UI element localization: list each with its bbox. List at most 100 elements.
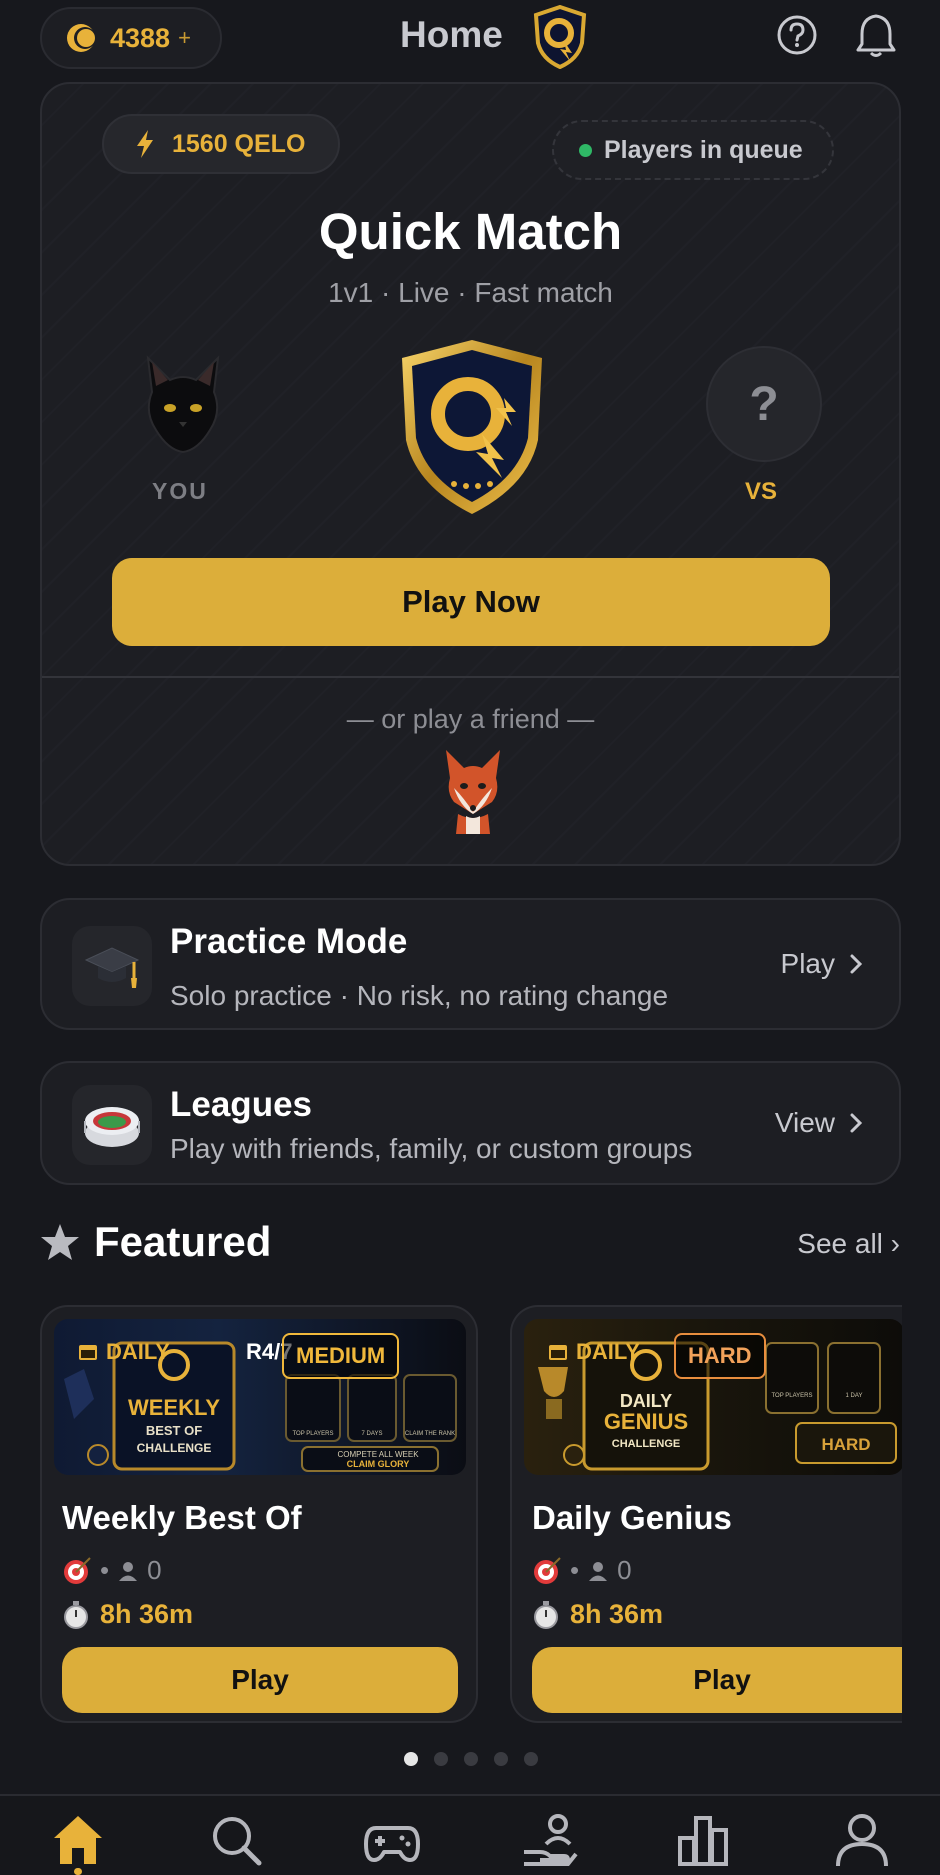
practice-icon-box bbox=[72, 926, 152, 1006]
svg-text:CHALLENGE: CHALLENGE bbox=[137, 1441, 212, 1455]
queue-status-text: Players in queue bbox=[604, 135, 803, 164]
carousel-pagination bbox=[404, 1752, 538, 1766]
home-icon bbox=[54, 1816, 102, 1864]
featured-banner: WEEKLY BEST OF CHALLENGE TOP PLAYERS 7 D… bbox=[54, 1319, 466, 1475]
notifications-icon[interactable] bbox=[854, 12, 898, 58]
star-icon bbox=[41, 1224, 79, 1260]
pagination-dot[interactable] bbox=[524, 1752, 538, 1766]
featured-play-button[interactable]: Play bbox=[62, 1647, 458, 1713]
you-label: YOU bbox=[152, 478, 208, 504]
players-count: 0 bbox=[617, 1555, 632, 1585]
cat-avatar-icon bbox=[146, 355, 220, 454]
bottom-navigation bbox=[0, 1794, 940, 1875]
practice-mode-subtitle: Solo practice · No risk, no rating chang… bbox=[170, 980, 669, 1011]
nav-home[interactable] bbox=[48, 1810, 108, 1870]
stopwatch-icon bbox=[64, 1600, 88, 1629]
featured-play-button[interactable]: Play bbox=[532, 1647, 902, 1713]
nav-leagues[interactable] bbox=[520, 1810, 580, 1870]
time-remaining: 8h 36m bbox=[570, 1599, 664, 1629]
opponent-placeholder: ? bbox=[706, 346, 822, 462]
svg-text:TOP PLAYERS: TOP PLAYERS bbox=[292, 1431, 333, 1437]
nav-profile[interactable] bbox=[832, 1810, 892, 1870]
pagination-dot[interactable] bbox=[434, 1752, 448, 1766]
active-nav-indicator bbox=[74, 1868, 82, 1875]
quick-match-shield-logo bbox=[402, 340, 542, 514]
svg-text:CLAIM GLORY: CLAIM GLORY bbox=[347, 1459, 410, 1469]
stopwatch-icon bbox=[534, 1600, 558, 1629]
svg-text:TOP PLAYERS: TOP PLAYERS bbox=[771, 1393, 812, 1399]
stadium-icon bbox=[84, 1107, 140, 1147]
profile-icon bbox=[836, 1814, 888, 1867]
search-icon bbox=[213, 1817, 262, 1866]
leagues-icon-box bbox=[72, 1085, 152, 1165]
nav-games[interactable] bbox=[362, 1810, 422, 1870]
leagues-title: Leagues bbox=[170, 1085, 312, 1124]
quick-match-title: Quick Match bbox=[318, 203, 623, 260]
pagination-dot[interactable] bbox=[404, 1752, 418, 1766]
featured-card-meta: • 0 bbox=[62, 1555, 162, 1586]
page-title: Home bbox=[400, 14, 503, 55]
chevron-right-icon bbox=[850, 1113, 863, 1133]
fox-avatar-icon[interactable] bbox=[442, 748, 504, 834]
time-remaining: 8h 36m bbox=[100, 1599, 194, 1629]
calendar-icon bbox=[79, 1345, 97, 1360]
svg-text:CHALLENGE: CHALLENGE bbox=[612, 1438, 680, 1450]
daily-tag-label: DAILY bbox=[576, 1339, 640, 1364]
practice-play-link[interactable]: Play bbox=[781, 948, 863, 980]
players-separator: • bbox=[570, 1555, 580, 1585]
practice-mode-title: Practice Mode bbox=[170, 922, 408, 961]
featured-card-weekly-best-of[interactable]: WEEKLY BEST OF CHALLENGE TOP PLAYERS 7 D… bbox=[40, 1305, 478, 1723]
coin-balance-button[interactable]: 4388 + bbox=[40, 7, 222, 69]
coin-icon bbox=[67, 24, 96, 52]
daily-tag: DAILY bbox=[548, 1339, 640, 1365]
leagues-icon bbox=[524, 1814, 578, 1866]
quick-match-card: 1560 QELO Players in queue Quick Match 1… bbox=[40, 82, 901, 866]
online-dot-icon bbox=[579, 143, 592, 157]
quick-match-subtitle: 1v1 · Live · Fast match bbox=[328, 277, 613, 308]
difficulty-badge: HARD bbox=[674, 1333, 766, 1379]
svg-text:HARD: HARD bbox=[821, 1435, 870, 1454]
featured-title: Featured bbox=[94, 1218, 272, 1265]
target-icon bbox=[534, 1556, 561, 1584]
svg-text:WEEKLY: WEEKLY bbox=[128, 1395, 220, 1420]
featured-card-timer: 8h 36m bbox=[532, 1599, 663, 1630]
leagues-view-link[interactable]: View bbox=[775, 1107, 863, 1139]
add-coins-icon: + bbox=[178, 25, 191, 50]
play-now-button[interactable]: Play Now bbox=[112, 558, 830, 646]
featured-card-daily-genius[interactable]: DAILY GENIUS CHALLENGE TOP PLAYERS 1 DAY… bbox=[510, 1305, 902, 1723]
play-friend-label: — or play a friend — bbox=[346, 704, 595, 734]
pagination-dot[interactable] bbox=[494, 1752, 508, 1766]
chevron-right-icon bbox=[850, 954, 863, 974]
featured-header: Featured bbox=[40, 1218, 271, 1266]
coin-amount: 4388 bbox=[110, 22, 171, 53]
rating-badge: 1560 QELO bbox=[102, 114, 340, 174]
top-bar: 4388 + Home bbox=[0, 0, 940, 78]
nav-search[interactable] bbox=[206, 1810, 266, 1870]
svg-text:DAILY: DAILY bbox=[620, 1391, 672, 1411]
featured-card-title: Weekly Best Of bbox=[62, 1499, 302, 1536]
leagues-card[interactable]: Leagues Play with friends, family, or cu… bbox=[40, 1061, 901, 1185]
players-separator: • bbox=[100, 1555, 110, 1585]
divider bbox=[42, 676, 899, 678]
svg-text:COMPETE ALL WEEK: COMPETE ALL WEEK bbox=[337, 1450, 419, 1459]
queue-status-badge: Players in queue bbox=[552, 120, 834, 180]
graduation-cap-icon bbox=[84, 947, 140, 988]
app-logo-icon bbox=[533, 5, 587, 69]
nav-stats[interactable] bbox=[674, 1810, 734, 1870]
players-count: 0 bbox=[147, 1555, 162, 1585]
featured-banner: DAILY GENIUS CHALLENGE TOP PLAYERS 1 DAY… bbox=[524, 1319, 902, 1475]
featured-card-title: Daily Genius bbox=[532, 1499, 732, 1536]
featured-card-timer: 8h 36m bbox=[62, 1599, 193, 1630]
stats-icon bbox=[678, 1816, 728, 1866]
practice-mode-card[interactable]: Practice Mode Solo practice · No risk, n… bbox=[40, 898, 901, 1030]
pagination-dot[interactable] bbox=[464, 1752, 478, 1766]
daily-tag: DAILY bbox=[78, 1339, 170, 1365]
difficulty-badge: MEDIUM bbox=[282, 1333, 400, 1379]
help-icon[interactable] bbox=[776, 14, 818, 56]
svg-text:7 DAYS: 7 DAYS bbox=[362, 1431, 383, 1437]
leagues-view-label: View bbox=[774, 1107, 835, 1138]
svg-text:BEST OF: BEST OF bbox=[146, 1423, 202, 1438]
target-icon bbox=[64, 1556, 91, 1584]
see-all-link[interactable]: See all › bbox=[797, 1228, 900, 1260]
featured-card-meta: • 0 bbox=[532, 1555, 632, 1586]
